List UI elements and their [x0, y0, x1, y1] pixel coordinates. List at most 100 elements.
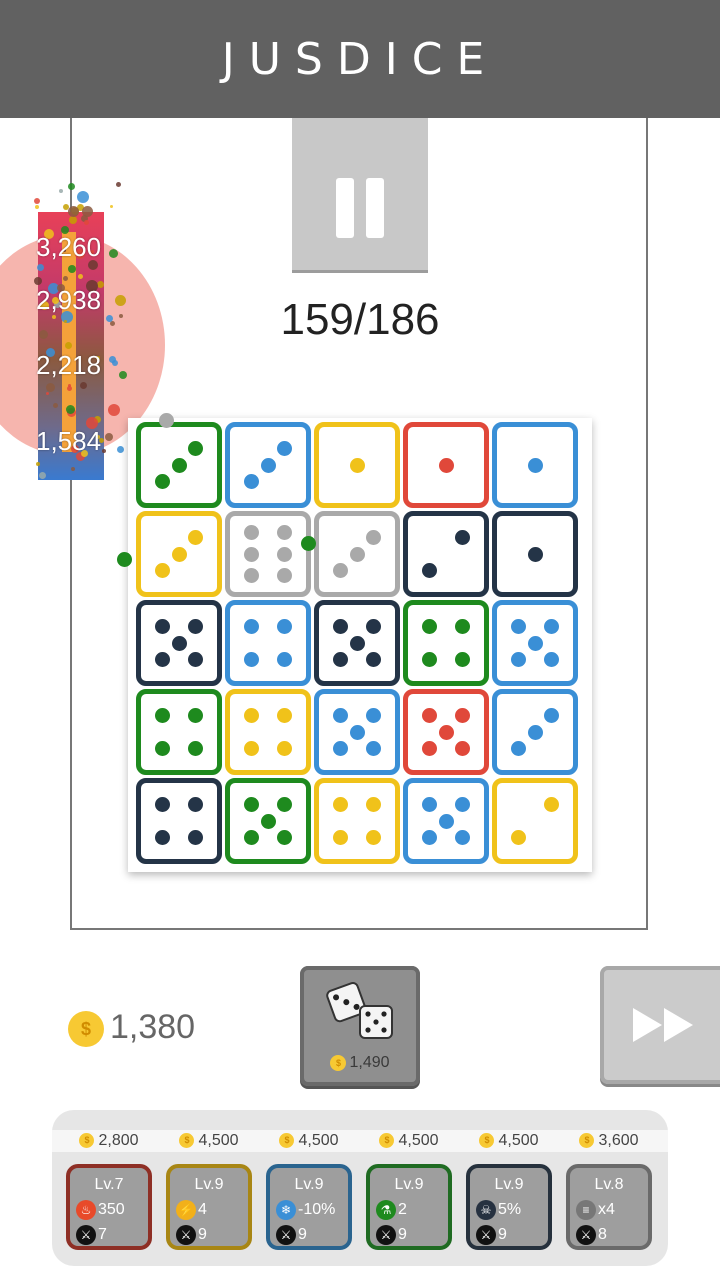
- particle: [45, 383, 55, 393]
- die-pip: [510, 741, 526, 757]
- die-pip: [188, 529, 204, 545]
- upgrade-panel: $2,800 Lv.7 ♨ 350 ⚔ 7 $4,500 Lv.9 ⚡ 4 ⚔ 9 $4,500 Lv.9…: [52, 1110, 668, 1266]
- die-pip: [188, 707, 204, 723]
- die-pip: [527, 724, 543, 740]
- die-blue[interactable]: [492, 689, 578, 775]
- die-pip: [455, 796, 471, 812]
- die-pip: [366, 741, 382, 757]
- particle: [34, 198, 41, 205]
- dice-board: [128, 418, 592, 872]
- upgrade-stat: ☠ 5%: [476, 1200, 521, 1222]
- die-blue[interactable]: [492, 422, 578, 508]
- die-yellow[interactable]: [314, 778, 400, 864]
- die-navy[interactable]: [136, 600, 222, 686]
- die-pip: [243, 796, 259, 812]
- die-green[interactable]: [136, 689, 222, 775]
- die-pip: [277, 440, 293, 456]
- upgrade-attack: ⚔ 9: [176, 1225, 207, 1247]
- particle: [83, 219, 89, 225]
- particle: [66, 385, 72, 391]
- die-green[interactable]: [403, 600, 489, 686]
- particle: [107, 404, 120, 417]
- die-blue[interactable]: [314, 689, 400, 775]
- die-pip: [332, 796, 348, 812]
- die-pip: [455, 741, 471, 757]
- die-pip: [366, 796, 382, 812]
- upgrade-stat: ≡ x4: [576, 1200, 615, 1222]
- die-pip: [510, 618, 526, 634]
- die-blue[interactable]: [225, 422, 311, 508]
- die-navy[interactable]: [136, 778, 222, 864]
- upgrade-card[interactable]: Lv.9 ⚗ 2 ⚔ 9: [366, 1164, 452, 1250]
- die-pip: [366, 830, 382, 846]
- die-pip: [421, 652, 437, 668]
- upgrade-level: Lv.7: [94, 1176, 124, 1193]
- die-gray[interactable]: [314, 511, 400, 597]
- die-pip: [188, 618, 204, 634]
- die-blue[interactable]: [225, 600, 311, 686]
- die-pip: [332, 707, 348, 723]
- pause-button[interactable]: [292, 118, 428, 270]
- particle: [111, 359, 118, 366]
- coin-balance: $1,380: [68, 1008, 195, 1048]
- upgrade-level: Lv.9: [394, 1176, 424, 1193]
- die-red[interactable]: [403, 689, 489, 775]
- die-navy[interactable]: [492, 511, 578, 597]
- die-pip: [154, 474, 170, 490]
- die-pip: [349, 724, 365, 740]
- die-yellow[interactable]: [492, 778, 578, 864]
- upgrade-stat: ❄ -10%: [276, 1200, 335, 1222]
- die-green[interactable]: [225, 778, 311, 864]
- coin-icon: $: [579, 1133, 595, 1149]
- coin-icon: $: [279, 1133, 295, 1149]
- upgrade-card[interactable]: Lv.8 ≡ x4 ⚔ 8: [566, 1164, 652, 1250]
- upgrade-attack: ⚔ 9: [376, 1225, 407, 1247]
- die-pip: [332, 741, 348, 757]
- pause-icon: [366, 178, 384, 238]
- die-pip: [527, 635, 543, 651]
- die-pip: [438, 457, 454, 473]
- upgrade-card[interactable]: Lv.9 ❄ -10% ⚔ 9: [266, 1164, 352, 1250]
- die-pip: [455, 618, 471, 634]
- die-pip: [171, 546, 187, 562]
- die-pip: [243, 567, 259, 583]
- roll-dice-button[interactable]: $1,490: [300, 966, 420, 1086]
- die-pip: [544, 652, 560, 668]
- upgrade-card[interactable]: Lv.9 ⚡ 4 ⚔ 9: [166, 1164, 252, 1250]
- particle: [101, 448, 106, 453]
- upgrade-card[interactable]: Lv.7 ♨ 350 ⚔ 7: [66, 1164, 152, 1250]
- die-pip: [421, 796, 437, 812]
- die-pip: [527, 546, 543, 562]
- upgrade-card[interactable]: Lv.9 ☠ 5% ⚔ 9: [466, 1164, 552, 1250]
- particle: [80, 381, 88, 389]
- die-pip: [544, 796, 560, 812]
- die-pip: [243, 741, 259, 757]
- die-pip: [421, 741, 437, 757]
- app-title: JUSDICE: [221, 34, 499, 85]
- die-red[interactable]: [403, 422, 489, 508]
- die-blue[interactable]: [403, 778, 489, 864]
- die-green[interactable]: [136, 422, 222, 508]
- particle: [109, 204, 113, 208]
- die-pip: [421, 618, 437, 634]
- upgrade-level: Lv.9: [294, 1176, 324, 1193]
- die-gray[interactable]: [225, 511, 311, 597]
- fast-forward-button[interactable]: [600, 966, 720, 1084]
- upgrade-attack: ⚔ 9: [476, 1225, 507, 1247]
- die-navy[interactable]: [403, 511, 489, 597]
- die-navy[interactable]: [314, 600, 400, 686]
- die-yellow[interactable]: [314, 422, 400, 508]
- die-pip: [366, 618, 382, 634]
- die-yellow[interactable]: [225, 689, 311, 775]
- die-pip: [455, 652, 471, 668]
- upgrade-attack: ⚔ 9: [276, 1225, 307, 1247]
- die-pip: [455, 707, 471, 723]
- upgrade-level: Lv.9: [494, 1176, 524, 1193]
- die-yellow[interactable]: [136, 511, 222, 597]
- die-pip: [243, 474, 259, 490]
- die-pip: [332, 830, 348, 846]
- particle: [71, 466, 76, 471]
- die-blue[interactable]: [492, 600, 578, 686]
- die-pip: [171, 635, 187, 651]
- particle: [77, 190, 90, 203]
